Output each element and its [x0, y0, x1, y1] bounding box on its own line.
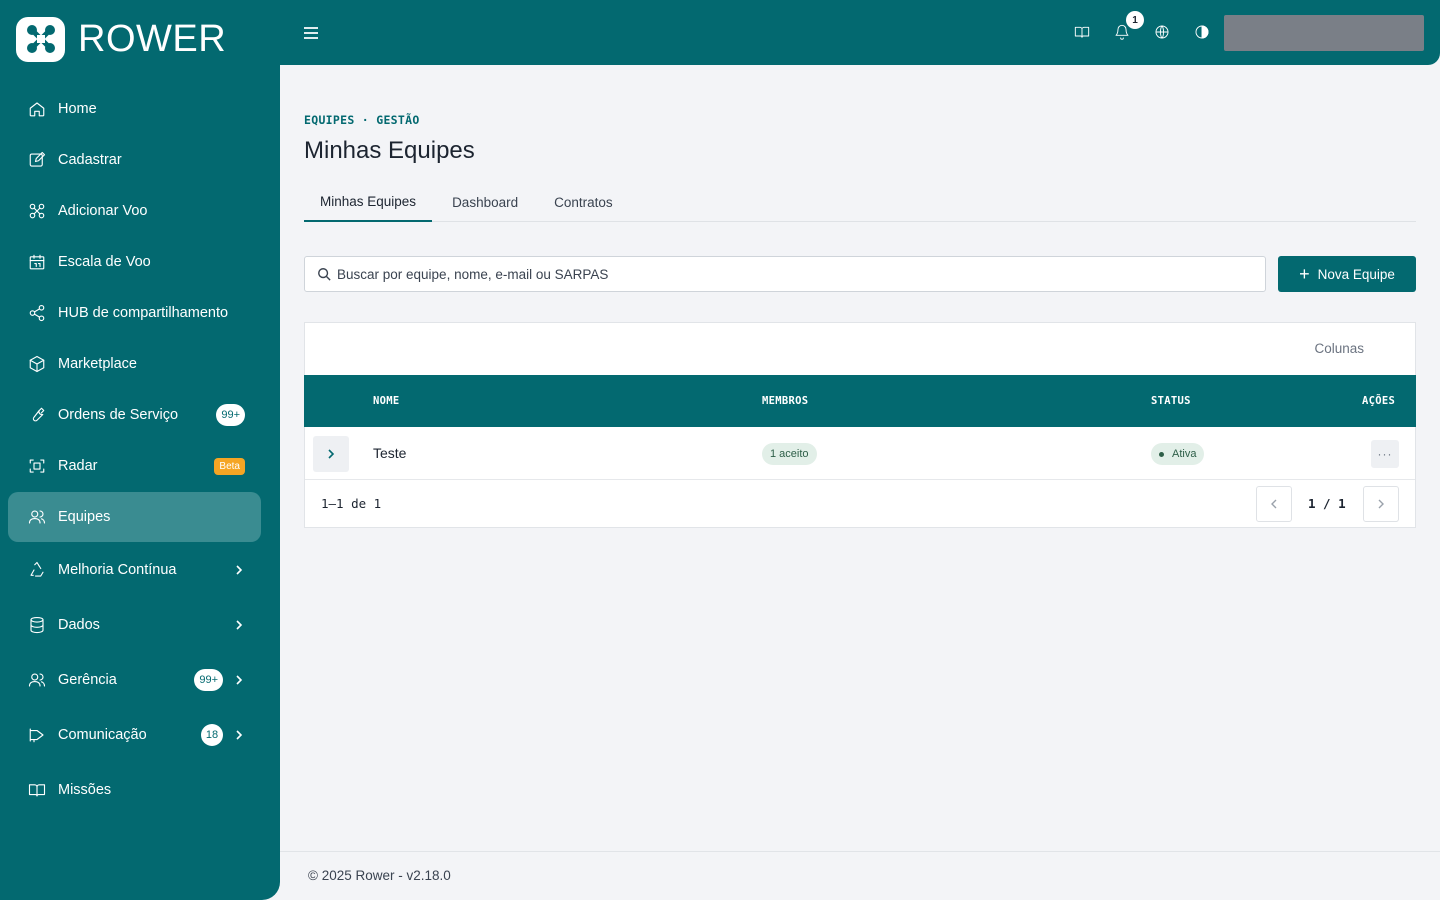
share-icon: [27, 303, 47, 323]
breadcrumb: EQUIPES · GESTÃO: [304, 113, 420, 127]
status-badge: Ativa: [1151, 443, 1205, 465]
sidebar-item-label: HUB de compartilhamento: [58, 305, 229, 321]
users-icon: [27, 507, 47, 527]
topbar: 1: [280, 0, 1440, 65]
user-menu[interactable]: [1224, 15, 1424, 51]
users-icon: [27, 670, 47, 690]
drone-icon: [27, 201, 47, 221]
count-badge: 99+: [194, 669, 223, 691]
sidebar-item-marketplace[interactable]: Marketplace: [8, 339, 261, 389]
search-input[interactable]: [337, 266, 1237, 282]
plus-icon: +: [1299, 264, 1310, 284]
menu-icon[interactable]: [302, 24, 320, 42]
page-title: Minhas Equipes: [304, 137, 475, 164]
edit-icon: [27, 150, 47, 170]
sidebar-item-label: Gerência: [58, 672, 117, 688]
row-actions-button[interactable]: ···: [1371, 440, 1399, 468]
sidebar-item-label: Ordens de Serviço: [58, 407, 179, 423]
sidebar-item-label: Escala de Voo: [58, 254, 151, 270]
next-page-button[interactable]: [1363, 486, 1399, 522]
expand-row-button[interactable]: [313, 436, 349, 472]
notification-count: 1: [1126, 11, 1144, 29]
teams-table: Colunas NOME MEMBROS STATUS AÇÕES Teste …: [304, 322, 1416, 528]
table-row[interactable]: Teste 1 aceito Ativa ···: [305, 427, 1415, 480]
sidebar-item-home[interactable]: Home: [8, 84, 261, 134]
sidebar-item-melhoria-continua[interactable]: Melhoria Contínua: [8, 543, 261, 597]
count-badge: 18: [201, 724, 223, 746]
chevron-right-icon: [233, 674, 245, 686]
footer: © 2025 Rower - v2.18.0: [280, 851, 1440, 900]
sidebar-item-comunicacao[interactable]: Comunicação 18: [8, 708, 261, 762]
sidebar-item-label: Dados: [58, 617, 100, 633]
count-badge: 99+: [216, 404, 245, 426]
header-actions: AÇÕES: [1362, 395, 1396, 407]
status-dot: [1159, 451, 1164, 457]
new-team-label: Nova Equipe: [1317, 266, 1395, 282]
recycle-icon: [27, 560, 47, 580]
sidebar-nav: Home Cadastrar Adicionar Voo Escala de V…: [8, 84, 261, 818]
tab-bar: Minhas Equipes Dashboard Contratos: [304, 183, 1416, 222]
chevron-right-icon: [1378, 499, 1384, 509]
sidebar-item-radar[interactable]: Radar Beta: [8, 441, 261, 491]
pagination-page: 1 / 1: [1308, 496, 1346, 511]
tab-minhas-equipes[interactable]: Minhas Equipes: [304, 183, 433, 222]
radar-icon: [27, 456, 47, 476]
contrast-icon[interactable]: [1194, 24, 1212, 42]
chevron-right-icon: [233, 619, 245, 631]
sidebar-item-label: Marketplace: [58, 356, 137, 372]
brand-name: ROWER: [78, 17, 227, 60]
sidebar-item-gerencia[interactable]: Gerência 99+: [8, 653, 261, 707]
sidebar-item-cadastrar[interactable]: Cadastrar: [8, 135, 261, 185]
sidebar-item-label: Comunicação: [58, 727, 147, 743]
table-header: NOME MEMBROS STATUS AÇÕES: [304, 375, 1416, 427]
search-box: [304, 256, 1266, 292]
chevron-right-icon: [233, 729, 245, 741]
tab-dashboard[interactable]: Dashboard: [436, 183, 534, 222]
wrench-icon: [27, 405, 47, 425]
sidebar-item-escala-de-voo[interactable]: Escala de Voo: [8, 237, 261, 287]
header-members[interactable]: MEMBROS: [762, 395, 808, 407]
columns-button[interactable]: Colunas: [1314, 341, 1364, 356]
prev-page-button[interactable]: [1256, 486, 1292, 522]
sidebar-item-label: Adicionar Voo: [58, 203, 148, 219]
sidebar-item-label: Missões: [58, 782, 112, 798]
sidebar-item-label: Melhoria Contínua: [58, 562, 177, 578]
sidebar-item-adicionar-voo[interactable]: Adicionar Voo: [8, 186, 261, 236]
chevron-right-icon: [328, 449, 335, 459]
sidebar: ROWER Home Cadastrar Adicionar Voo Escal…: [0, 0, 280, 900]
members-badge: 1 aceito: [762, 443, 817, 465]
home-icon: [27, 99, 47, 119]
sidebar-item-label: Cadastrar: [58, 152, 122, 168]
drone-logo-icon: [16, 16, 65, 62]
search-icon: [318, 268, 331, 281]
globe-icon[interactable]: [1154, 24, 1172, 42]
chevron-right-icon: [233, 564, 245, 576]
book-icon: [27, 780, 47, 800]
calendar-icon: [27, 252, 47, 272]
chevron-left-icon: [1271, 499, 1277, 509]
new-team-button[interactable]: + Nova Equipe: [1278, 256, 1416, 292]
megaphone-icon: [27, 725, 47, 745]
sidebar-item-label: Home: [58, 101, 97, 117]
sidebar-item-hub[interactable]: HUB de compartilhamento: [8, 288, 261, 338]
sidebar-item-ordens-de-servico[interactable]: Ordens de Serviço 99+: [8, 390, 261, 440]
header-status[interactable]: STATUS: [1151, 395, 1191, 407]
box-icon: [27, 354, 47, 374]
status-label: Ativa: [1172, 448, 1197, 460]
database-icon: [27, 615, 47, 635]
beta-badge: Beta: [214, 457, 245, 475]
sidebar-item-dados[interactable]: Dados: [8, 598, 261, 652]
footer-text: © 2025 Rower - v2.18.0: [308, 868, 451, 883]
sidebar-item-label: Radar: [58, 458, 98, 474]
pagination-range: 1–1 de 1: [321, 496, 382, 511]
tab-contratos[interactable]: Contratos: [538, 183, 629, 222]
sidebar-item-equipes[interactable]: Equipes: [8, 492, 261, 542]
header-name[interactable]: NOME: [373, 395, 400, 407]
sidebar-item-missoes[interactable]: Missões: [8, 763, 261, 817]
brand-logo[interactable]: ROWER: [16, 16, 226, 62]
sidebar-item-label: Equipes: [58, 509, 111, 525]
team-name: Teste: [373, 445, 407, 461]
book-icon[interactable]: [1074, 24, 1092, 42]
